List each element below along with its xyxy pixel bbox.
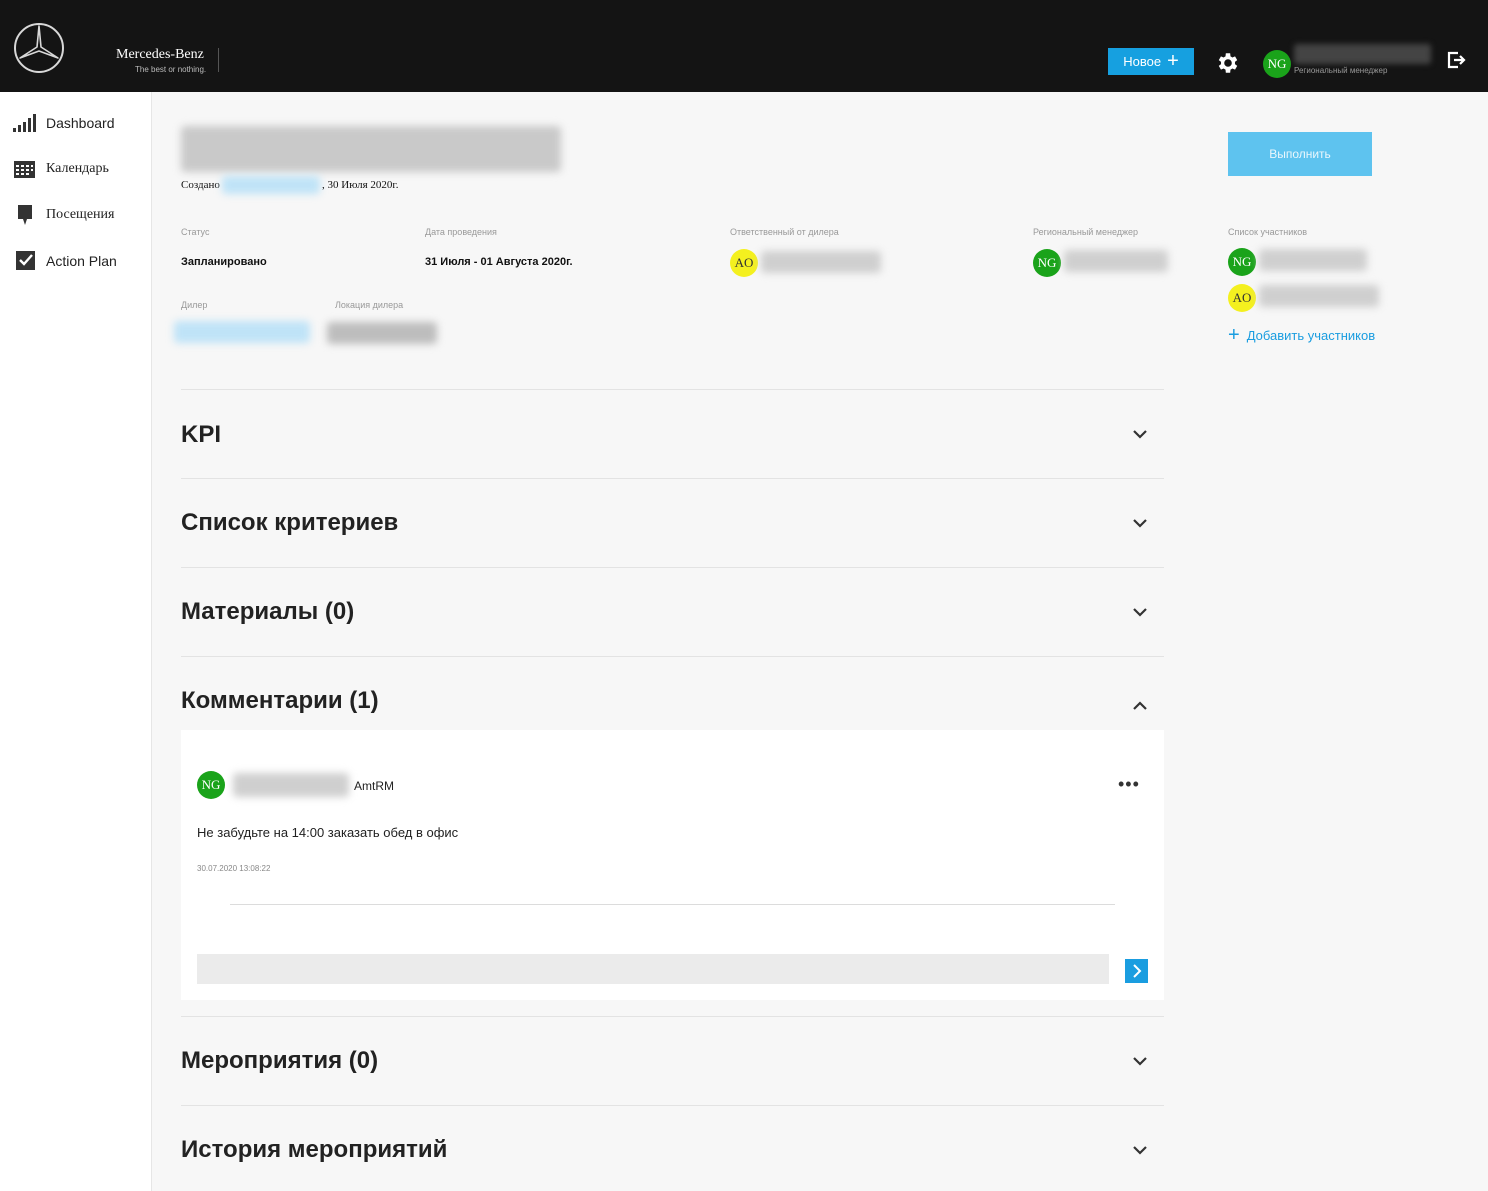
comment-separator [230, 904, 1115, 905]
sidebar-item-label: Action Plan [46, 253, 117, 269]
regional-manager-label: Региональный менеджер [1033, 227, 1139, 237]
section-events-title[interactable]: Мероприятия (0) [181, 1047, 378, 1075]
comment-author-avatar: NG [197, 771, 225, 799]
comment-text: Не забудьте на 14:00 заказать обед в офи… [197, 825, 459, 840]
chevron-up-icon[interactable] [1131, 700, 1149, 712]
plus-icon: + [1167, 49, 1179, 72]
comment-author-redacted [233, 773, 349, 797]
avatar-initials: AO [730, 249, 758, 277]
pin-icon [18, 205, 32, 225]
chevron-down-icon[interactable] [1131, 606, 1149, 618]
status-label: Статус [181, 227, 210, 237]
section-divider [181, 478, 1164, 479]
user-avatar-initials: NG [1263, 50, 1291, 78]
created-date: , 30 Июля 2020г. [322, 179, 399, 191]
sidebar-item-dashboard[interactable]: Dashboard [0, 108, 152, 138]
creator-link-redacted[interactable] [222, 176, 320, 194]
avatar-initials: AO [1228, 284, 1256, 312]
send-comment-button[interactable] [1125, 959, 1148, 983]
section-divider [181, 567, 1164, 568]
chevron-right-icon [1133, 964, 1142, 978]
section-criteria-title[interactable]: Список критериев [181, 509, 398, 537]
chevron-down-icon[interactable] [1131, 1144, 1149, 1156]
dealer-location-redacted [327, 322, 437, 344]
sidebar-item-label: Посещения [46, 207, 115, 222]
section-kpi-title[interactable]: KPI [181, 421, 221, 449]
sidebar-item-action-plan[interactable]: Action Plan [0, 246, 152, 276]
logout-icon[interactable] [1446, 50, 1466, 70]
section-divider [181, 656, 1164, 657]
page-title-redacted [181, 126, 561, 172]
new-button[interactable]: Новое + [1108, 48, 1194, 75]
avatar-initials: NG [1033, 249, 1061, 277]
more-options-icon[interactable]: ••• [1118, 775, 1140, 793]
participant-avatar: AO [1228, 284, 1256, 312]
mercedes-star-logo[interactable] [13, 22, 65, 74]
run-button[interactable]: Выполнить [1228, 132, 1372, 176]
participant-name-redacted [1259, 285, 1379, 307]
chevron-down-icon[interactable] [1131, 517, 1149, 529]
dealer-responsible-label: Ответственный от дилера [730, 227, 839, 237]
user-role: Региональный менеджер [1294, 66, 1388, 75]
participant-name-redacted [1259, 249, 1367, 271]
calendar-icon [14, 161, 35, 178]
dealer-responsible-name-redacted [761, 251, 881, 273]
date-value: 31 Июля - 01 Августа 2020г. [425, 256, 573, 268]
sidebar-item-label: Календарь [46, 161, 109, 176]
dealer-responsible-avatar: AO [730, 249, 758, 277]
add-participants-link[interactable]: + Добавить участников [1228, 325, 1375, 345]
comment-input[interactable] [197, 954, 1109, 984]
gear-icon[interactable] [1215, 50, 1241, 76]
sidebar-item-visits[interactable]: Посещения [0, 200, 152, 230]
participant-avatar: NG [1228, 248, 1256, 276]
section-events-history-title[interactable]: История мероприятий [181, 1136, 447, 1164]
comment-timestamp: 30.07.2020 13:08:22 [197, 864, 271, 873]
comment-author-role: AmtRM [354, 779, 394, 793]
section-divider [181, 1105, 1164, 1106]
user-name-redacted [1294, 44, 1431, 64]
chevron-down-icon[interactable] [1131, 428, 1149, 440]
chevron-down-icon[interactable] [1131, 1055, 1149, 1067]
top-bar: Mercedes-Benz The best or nothing. Новое… [0, 0, 1488, 92]
dealer-link-redacted[interactable] [174, 321, 310, 343]
dealer-location-label: Локация дилера [335, 300, 404, 310]
sidebar-item-calendar[interactable]: Календарь [0, 154, 152, 184]
avatar-initials: NG [1228, 248, 1256, 276]
section-materials-title[interactable]: Материалы (0) [181, 598, 354, 626]
brand-divider [218, 48, 219, 72]
section-divider [181, 389, 1164, 390]
status-value: Запланировано [181, 256, 267, 268]
section-comments-title[interactable]: Комментарии (1) [181, 687, 379, 715]
user-avatar[interactable]: NG [1263, 50, 1291, 78]
bar-chart-icon [13, 114, 36, 132]
avatar-initials: NG [197, 771, 225, 799]
dealer-label: Дилер [181, 300, 208, 310]
section-divider [181, 1016, 1164, 1017]
sidebar-item-label: Dashboard [46, 115, 115, 131]
brand-tagline: The best or nothing. [135, 65, 207, 74]
new-button-label: Новое [1123, 54, 1162, 69]
participants-label: Список участников [1228, 227, 1308, 237]
checkbox-icon [16, 251, 35, 270]
date-label: Дата проведения [425, 227, 497, 237]
created-label: Создано [181, 179, 220, 191]
add-participants-label: Добавить участников [1246, 327, 1376, 343]
plus-icon: + [1228, 324, 1240, 346]
brand-name: Mercedes-Benz [116, 47, 204, 62]
regional-manager-avatar: NG [1033, 249, 1061, 277]
regional-manager-name-redacted [1064, 250, 1168, 272]
sidebar: Dashboard Календарь Посещения Action Pla… [0, 92, 152, 1191]
